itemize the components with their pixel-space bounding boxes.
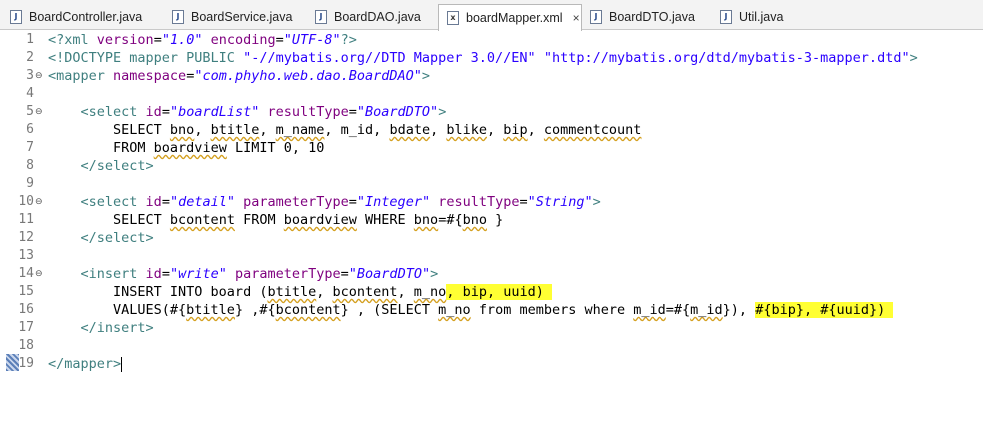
code-text: </mapper>: [48, 356, 123, 372]
code-line-12: 12 </select>: [0, 229, 983, 247]
close-icon[interactable]: ×: [573, 11, 580, 25]
code-text: FROM boardview LIMIT 0, 10: [48, 140, 325, 156]
code-text: INSERT INTO board (btitle, bcontent, m_n…: [48, 284, 552, 300]
code-text: </select>: [48, 230, 154, 246]
fold-icon[interactable]: ⊖: [35, 193, 43, 211]
line-number: 12: [18, 230, 34, 245]
tab-util[interactable]: J Util.java: [720, 4, 783, 29]
line-number: 18: [18, 338, 34, 353]
code-line-6: 6 SELECT bno, btitle, m_name, m_id, bdat…: [0, 121, 983, 139]
line-number: 7: [26, 140, 34, 155]
java-file-icon: J: [315, 9, 327, 24]
code-text: <select id="detail" parameterType="Integ…: [48, 194, 601, 210]
code-text: SELECT bcontent FROM boardview WHERE bno…: [48, 212, 504, 228]
highlighted-text: , bip, uuid): [446, 284, 552, 300]
code-line-8: 8 </select>: [0, 157, 983, 175]
line-number: 17: [18, 320, 34, 335]
tab-board-dao[interactable]: J BoardDAO.java: [315, 4, 421, 29]
code-line-18: 18: [0, 337, 983, 355]
code-line-19: 19 </mapper>: [0, 355, 983, 373]
java-file-icon: J: [720, 9, 732, 24]
tab-label: BoardService.java: [191, 9, 293, 24]
tab-label: BoardDTO.java: [609, 9, 695, 24]
code-line-1: 1 <?xml version="1.0" encoding="UTF-8"?>: [0, 31, 983, 49]
code-line-17: 17 </insert>: [0, 319, 983, 337]
fold-icon[interactable]: ⊖: [35, 67, 43, 85]
line-number: 19: [18, 356, 34, 371]
code-line-16: 16 VALUES(#{btitle} ,#{bcontent} , (SELE…: [0, 301, 983, 319]
code-line-9: 9: [0, 175, 983, 193]
code-line-14: 14 ⊖ <insert id="write" parameterType="B…: [0, 265, 983, 283]
tab-label: Util.java: [739, 9, 784, 24]
code-text: SELECT bno, btitle, m_name, m_id, bdate,…: [48, 122, 642, 138]
line-number: 11: [18, 212, 34, 227]
editor-tab-bar: J BoardController.java J BoardService.ja…: [0, 0, 983, 31]
java-file-icon: J: [10, 9, 22, 24]
code-line-10: 10 ⊖ <select id="detail" parameterType="…: [0, 193, 983, 211]
line-number: 8: [26, 158, 34, 173]
line-number: 3: [26, 68, 34, 83]
text-cursor: [121, 356, 123, 372]
java-file-icon: J: [172, 9, 184, 24]
tab-label: BoardController.java: [29, 9, 143, 24]
code-line-2: 2 <!DOCTYPE mapper PUBLIC "-//mybatis.or…: [0, 49, 983, 67]
fold-icon[interactable]: ⊖: [35, 265, 43, 283]
line-number: 15: [18, 284, 34, 299]
code-line-11: 11 SELECT bcontent FROM boardview WHERE …: [0, 211, 983, 229]
line-number: 13: [18, 248, 34, 263]
code-line-4: 4: [0, 85, 983, 103]
fold-icon[interactable]: ⊖: [35, 103, 43, 121]
code-editor[interactable]: 1 <?xml version="1.0" encoding="UTF-8"?>…: [0, 31, 983, 422]
code-text: <?xml version="1.0" encoding="UTF-8"?>: [48, 32, 357, 48]
code-line-3: 3 ⊖ <mapper namespace="com.phyho.web.dao…: [0, 67, 983, 85]
code-text: VALUES(#{btitle} ,#{bcontent} , (SELECT …: [48, 302, 894, 318]
highlighted-text: #{bip}, #{uuid}): [755, 302, 894, 318]
code-text: <!DOCTYPE mapper PUBLIC "-//mybatis.org/…: [48, 50, 918, 66]
line-number: 2: [26, 50, 34, 65]
tab-board-mapper[interactable]: x boardMapper.xml ×: [438, 4, 582, 31]
code-line-15: 15 INSERT INTO board (btitle, bcontent, …: [0, 283, 983, 301]
line-number: 14: [18, 266, 34, 281]
tab-board-service[interactable]: J BoardService.java: [172, 4, 292, 29]
line-number: 16: [18, 302, 34, 317]
line-number: 6: [26, 122, 34, 137]
code-line-7: 7 FROM boardview LIMIT 0, 10: [0, 139, 983, 157]
tab-board-dto[interactable]: J BoardDTO.java: [590, 4, 695, 29]
code-line-13: 13: [0, 247, 983, 265]
java-file-icon: J: [590, 9, 602, 24]
code-text: <insert id="write" parameterType="BoardD…: [48, 266, 439, 282]
line-number: 4: [26, 86, 34, 101]
code-line-5: 5 ⊖ <select id="boardList" resultType="B…: [0, 103, 983, 121]
tab-label: BoardDAO.java: [334, 9, 421, 24]
code-text: </insert>: [48, 320, 154, 336]
tab-board-controller[interactable]: J BoardController.java: [10, 4, 142, 29]
tab-label: boardMapper.xml: [466, 11, 563, 25]
line-number: 10: [18, 194, 34, 209]
line-number: 9: [26, 176, 34, 191]
line-number: 1: [26, 32, 34, 47]
line-number: 5: [26, 104, 34, 119]
code-text: </select>: [48, 158, 154, 174]
code-text: <select id="boardList" resultType="Board…: [48, 104, 447, 120]
code-text: <mapper namespace="com.phyho.web.dao.Boa…: [48, 68, 431, 84]
xml-file-icon: x: [447, 11, 459, 25]
